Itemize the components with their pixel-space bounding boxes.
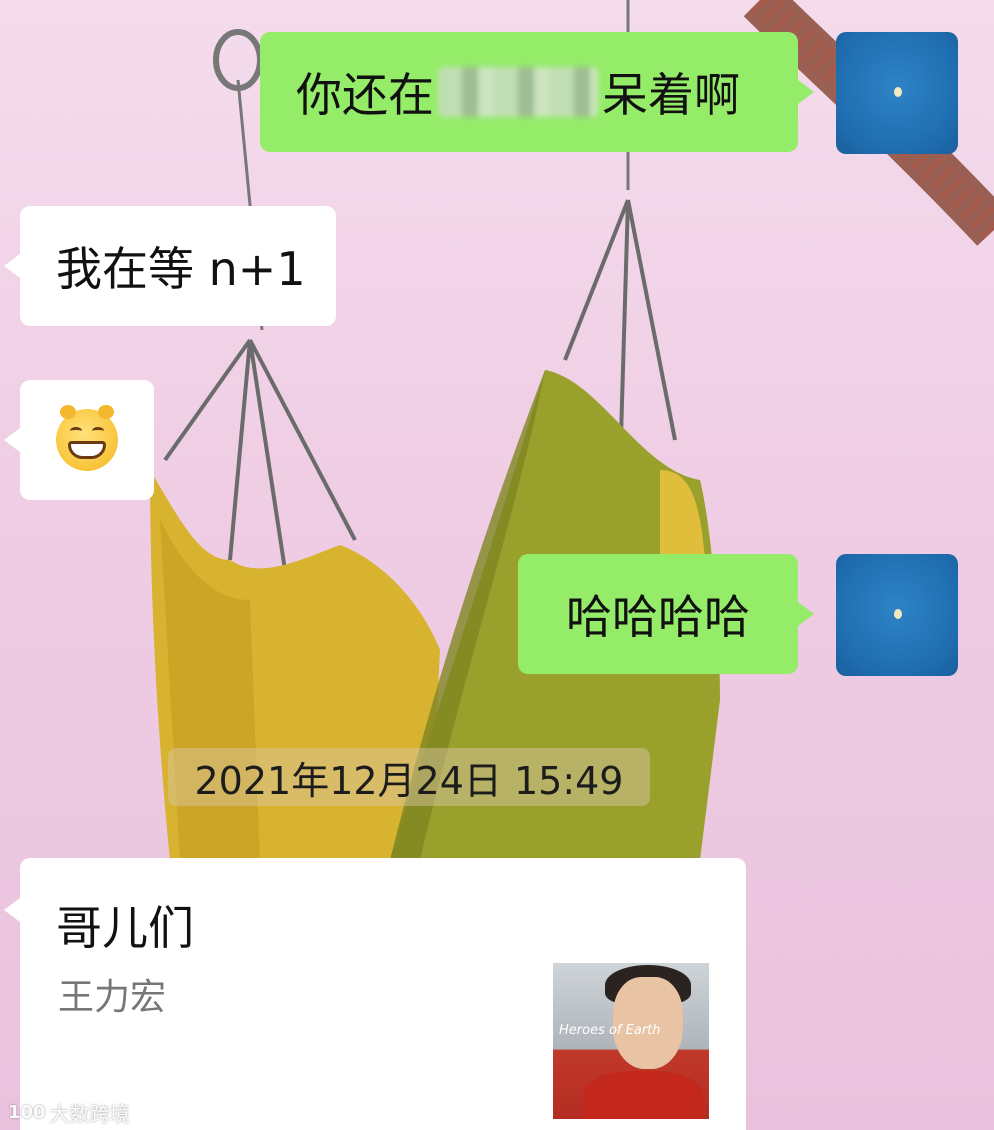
album-cover-logo: Heroes of Earth	[559, 1023, 661, 1038]
moon-avatar-icon	[894, 609, 902, 619]
my-avatar[interactable]	[836, 554, 958, 676]
message-text-after: 呆着啊	[602, 68, 740, 122]
outgoing-message-bubble[interactable]: 哈哈哈哈	[518, 554, 814, 674]
outgoing-message-bubble[interactable]: 你还在 呆着啊	[260, 32, 814, 152]
bubble-tail	[798, 602, 814, 626]
song-title: 哥儿们	[56, 901, 194, 955]
message-text: 哈哈哈哈	[566, 590, 750, 644]
bubble-tail	[798, 80, 814, 104]
music-share-card[interactable]: 哥儿们 王力宏 Heroes of Earth	[4, 858, 746, 1130]
album-cover-image: Heroes of Earth	[553, 963, 709, 1119]
watermark-text: 大数跨境	[49, 1102, 130, 1126]
incoming-message-bubble[interactable]: 我在等 n+1	[4, 206, 336, 326]
watermark-logo-icon: 100	[8, 1102, 46, 1123]
watermark: 100 大数跨境	[8, 1098, 130, 1127]
moon-avatar-icon	[894, 87, 902, 97]
message-text-before: 你还在	[296, 68, 434, 122]
message-text: 我在等 n+1	[56, 242, 306, 296]
grinning-face-emoji-icon	[56, 405, 118, 471]
bubble-tail	[4, 428, 20, 452]
redacted-text	[438, 67, 598, 117]
bubble-tail	[4, 898, 20, 922]
incoming-emoji-bubble[interactable]	[4, 380, 154, 500]
song-artist: 王力宏	[58, 977, 167, 1018]
bubble-tail	[4, 254, 20, 278]
message-timestamp: 2021年12月24日 15:49	[168, 748, 650, 806]
my-avatar[interactable]	[836, 32, 958, 154]
